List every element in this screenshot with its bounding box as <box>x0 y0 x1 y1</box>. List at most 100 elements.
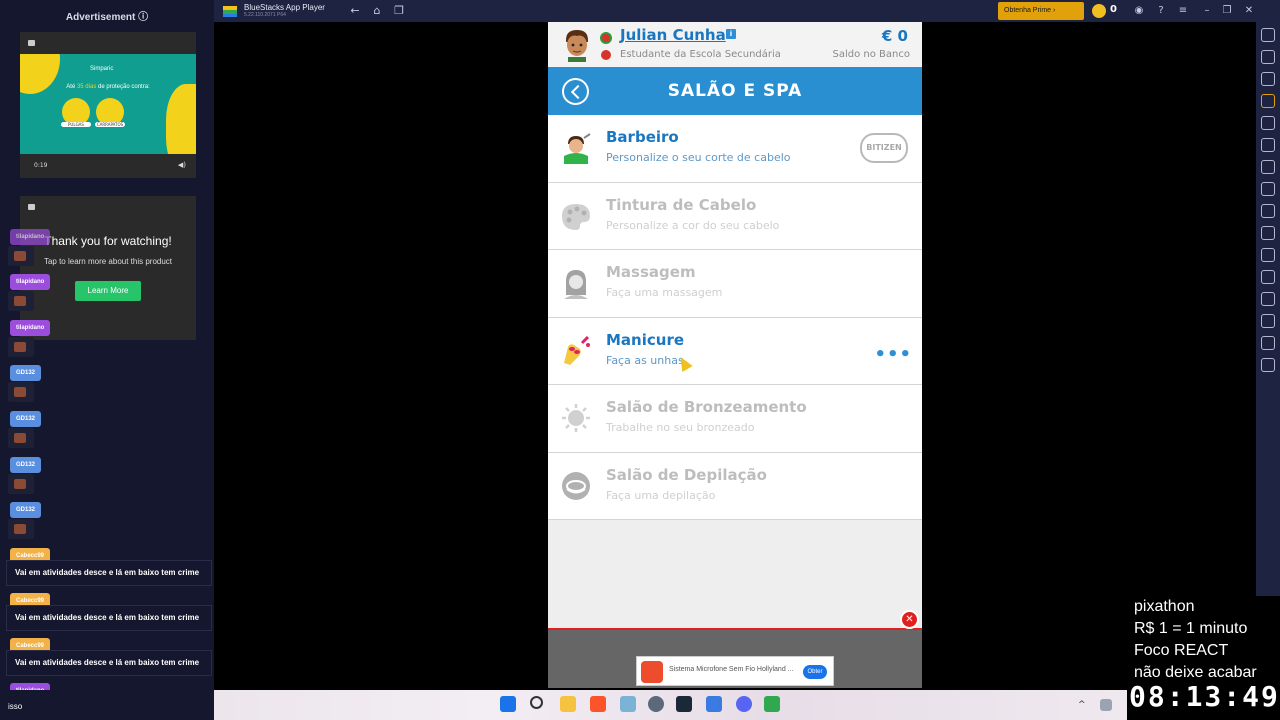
ad-badge-icon <box>28 204 35 210</box>
chat-username: tilapidano <box>10 320 51 336</box>
player-name[interactable]: Julian Cunha <box>620 26 726 44</box>
advertisement-title: Advertisement ⓘ <box>65 12 149 23</box>
app-title: BlueStacks App Player <box>244 3 325 12</box>
file-explorer-icon[interactable] <box>560 696 576 712</box>
massage-icon <box>564 270 588 299</box>
list-item-manicure[interactable]: Manicure Faça as unhas ••• <box>548 317 922 385</box>
more-options-icon[interactable]: ••• <box>874 344 912 365</box>
bluestacks-taskbar-icon[interactable] <box>764 696 780 712</box>
chat-message: isso <box>8 702 23 711</box>
item-subtitle: Faça as unhas <box>606 353 684 367</box>
chat-message: Vai em atividades desce e lá em baixo te… <box>6 605 212 631</box>
screenshot-tool-icon[interactable] <box>1261 204 1275 218</box>
chat-emote-icon <box>8 474 34 494</box>
apple-icon <box>601 50 611 60</box>
chat-emote-icon <box>8 519 34 539</box>
sync-tool-icon[interactable] <box>1261 358 1275 372</box>
app-icon[interactable] <box>706 696 722 712</box>
start-icon[interactable] <box>500 696 516 712</box>
ad-tagline-prefix: Até <box>66 84 77 90</box>
chat-username: GD132 <box>10 365 42 381</box>
steam-icon[interactable] <box>676 696 692 712</box>
list-item-barbeiro[interactable]: Barbeiro Personalize o seu corte de cabe… <box>548 115 922 183</box>
overlay-line: R$ 1 = 1 minuto <box>1134 620 1248 637</box>
restore-icon[interactable]: ❐ <box>1220 4 1234 18</box>
ad-tagline-highlight: 35 dias <box>76 84 97 90</box>
discord-icon[interactable] <box>736 696 752 712</box>
home-icon[interactable]: ⌂ <box>370 4 384 18</box>
search-icon[interactable] <box>530 696 543 709</box>
screen-tool-icon[interactable] <box>1261 72 1275 86</box>
back-icon[interactable]: ← <box>348 4 362 18</box>
learn-more-button[interactable]: Learn More <box>75 281 141 301</box>
overlay-line: Foco REACT <box>1134 642 1229 659</box>
macro-tool-icon[interactable] <box>1261 160 1275 174</box>
screen-title: SALÃO E SPA <box>667 81 803 101</box>
stream-overlay: pixathon R$ 1 = 1 minuto Foco REACT não … <box>1127 596 1280 720</box>
location-tool-icon[interactable] <box>1261 314 1275 328</box>
get-prime-button[interactable]: Obtenha Prime › <box>998 2 1084 20</box>
volume-icon[interactable]: ◀) <box>178 161 186 169</box>
ad-shape <box>166 84 196 154</box>
item-subtitle: Personalize o seu corte de cabelo <box>606 151 791 164</box>
list-item-bronzeamento[interactable]: Salão de Bronzeamento Trabalhe no seu br… <box>548 385 922 453</box>
thanks-ad[interactable]: Thank you for watching! Tap to learn mor… <box>20 196 196 340</box>
video-time: 0:19 <box>34 162 48 169</box>
minimize-icon[interactable]: – <box>1200 4 1214 18</box>
palette-icon <box>562 203 590 230</box>
close-window-icon[interactable]: ✕ <box>1242 4 1256 18</box>
account-icon[interactable]: ◉ <box>1132 4 1146 18</box>
ad-badge-label: PULGAS <box>61 122 91 127</box>
player-avatar[interactable] <box>562 28 592 62</box>
sun-icon <box>562 404 590 432</box>
layers-tool-icon[interactable] <box>1261 336 1275 350</box>
tap-text: Tap to learn more about this product <box>43 257 173 266</box>
video-ad[interactable]: Simparic Até 35 dias de proteção contra:… <box>20 32 196 178</box>
nail-polish-icon <box>564 335 590 365</box>
bank-balance-label: Saldo no Banco <box>832 49 910 60</box>
rotate-tool-icon[interactable] <box>1261 138 1275 152</box>
country-flag-icon <box>600 32 612 44</box>
ad-image[interactable]: Simparic Até 35 dias de proteção contra:… <box>20 54 196 154</box>
network-icon[interactable] <box>1100 699 1112 711</box>
bitizen-badge: BITIZEN <box>860 133 908 163</box>
settings-icon[interactable] <box>648 696 664 712</box>
barber-icon <box>564 133 591 164</box>
media-tool-icon[interactable] <box>1261 248 1275 262</box>
ad-badge-label: CARRAPATOS <box>95 122 125 127</box>
bluestacks-side-toolbar <box>1256 22 1280 596</box>
list-item-massagem[interactable]: Massagem Faça uma massagem <box>548 250 922 318</box>
list-item-tintura[interactable]: Tintura de Cabelo Personalize a cor do s… <box>548 182 922 250</box>
list-item-depilacao[interactable]: Salão de Depilação Faça uma depilação <box>548 452 922 520</box>
chat-message: Vai em atividades desce e lá em baixo te… <box>6 560 212 586</box>
coin-count: 0 <box>1110 4 1117 15</box>
volume-tool-icon[interactable] <box>1261 50 1275 64</box>
item-subtitle: Personalize a cor do seu cabelo <box>606 218 780 232</box>
eco-tool-icon[interactable] <box>1261 292 1275 306</box>
back-button[interactable] <box>562 78 589 105</box>
stats-tool-icon[interactable] <box>1261 182 1275 196</box>
fullscreen-tool-icon[interactable] <box>1261 28 1275 42</box>
ad-banner[interactable]: Sistema Microfone Sem Fio Hollyland ... … <box>636 656 834 686</box>
tray-chevron-icon[interactable]: ^ <box>1078 700 1088 710</box>
bluestacks-logo-icon <box>223 6 237 17</box>
record-tool-icon[interactable] <box>1261 226 1275 240</box>
item-title: Salão de Bronzeamento <box>606 398 807 416</box>
left-panel: Advertisement ⓘ Simparic Até 35 dias de … <box>0 0 214 699</box>
apk-tool-icon[interactable] <box>1261 270 1275 284</box>
close-ad-icon[interactable]: ✕ <box>900 610 919 629</box>
gamepad-tool-icon[interactable] <box>1261 116 1275 130</box>
menu-icon[interactable]: ≡ <box>1176 4 1190 18</box>
help-icon[interactable]: ? <box>1154 4 1168 18</box>
info-icon[interactable]: i <box>726 29 736 39</box>
chat-emote-icon <box>8 246 34 266</box>
chat-username: tilapidano <box>10 229 51 245</box>
brave-icon[interactable] <box>590 696 606 712</box>
app-version: 5.22.110.2071 P64 <box>244 12 286 18</box>
recent-apps-icon[interactable]: ❐ <box>392 4 406 18</box>
ad-get-button[interactable]: Obter <box>803 665 827 679</box>
ad-tagline: Até 35 dias de proteção contra: <box>20 84 196 90</box>
keymap-tool-icon[interactable] <box>1261 94 1275 108</box>
app-icon[interactable] <box>620 696 636 712</box>
ad-banner-text: Sistema Microfone Sem Fio Hollyland ... <box>669 666 794 673</box>
